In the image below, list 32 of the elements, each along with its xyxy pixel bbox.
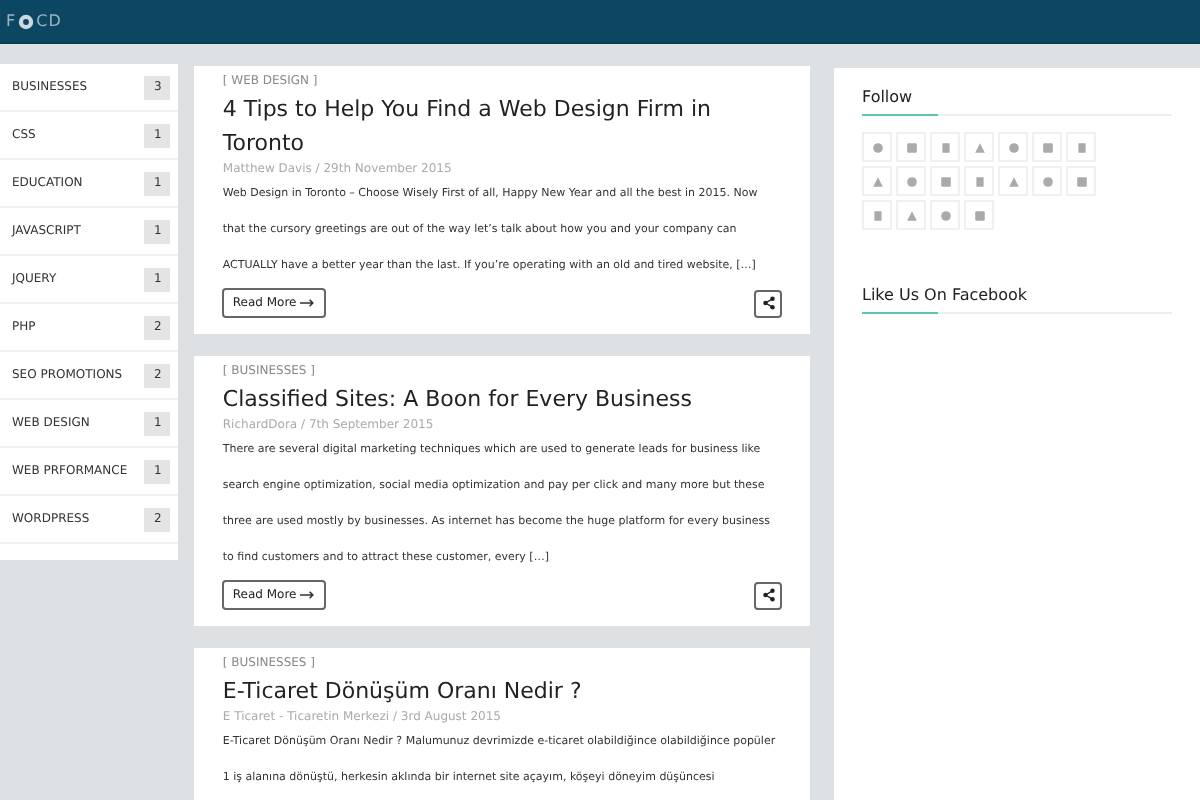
logo-text[interactable]: CD [36,12,62,30]
social-icon[interactable] [1066,132,1096,162]
social-icon[interactable] [930,200,960,230]
social-icon[interactable] [998,132,1028,162]
arrow-icon [300,590,317,600]
social-icon[interactable] [1032,132,1062,162]
post-title[interactable]: E-Ticaret Dönüşüm Oranı Nedir ? [222,674,782,708]
social-icon[interactable] [896,132,926,162]
circle-logo-icon [18,13,35,29]
social-icon[interactable] [964,166,994,196]
share-button[interactable] [754,289,782,317]
social-icon[interactable] [862,132,892,162]
social-icon[interactable] [998,166,1028,196]
arrow-icon [300,298,317,308]
logo-text[interactable]: F [6,12,17,30]
social-icon[interactable] [930,166,960,196]
widget-title: Like Us On Facebook [862,286,1030,304]
share-icon [761,296,775,310]
share-icon [761,588,775,602]
social-icon[interactable] [896,166,926,196]
social-icon[interactable] [862,166,892,196]
social-icon[interactable] [862,200,892,230]
social-icon[interactable] [964,132,994,162]
social-icon[interactable] [896,200,926,230]
social-icon[interactable] [930,132,960,162]
social-icon[interactable] [1066,166,1096,196]
social-icon[interactable] [964,200,994,230]
post-title[interactable]: 4 Tips to Help You Find a Web Design Firm in Toronto [222,92,782,160]
social-icon[interactable] [1032,166,1062,196]
share-button[interactable] [754,581,782,609]
widget-title: Follow [862,88,915,106]
post-title[interactable]: Classified Sites: A Boon for Every Business [222,382,782,416]
